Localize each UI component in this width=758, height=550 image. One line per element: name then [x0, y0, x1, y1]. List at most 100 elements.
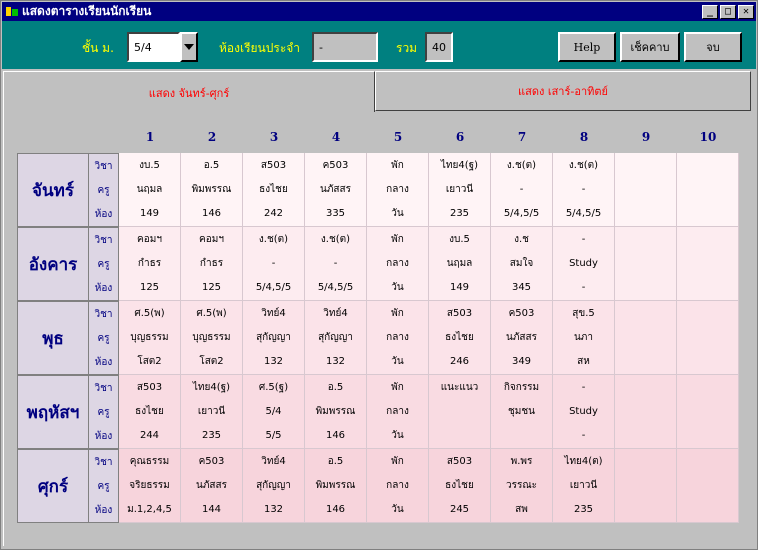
- day-label: อังคาร: [17, 227, 89, 301]
- schedule-cell[interactable]: ง.ช(ต) - 5/4,5/5: [553, 153, 615, 227]
- tab-weekdays[interactable]: แสดง จันทร์-ศุกร์: [3, 71, 375, 113]
- schedule-cell[interactable]: คอมฯ กำธร 125: [181, 227, 243, 301]
- row-labels: วิชา ครู ห้อง: [89, 153, 119, 227]
- schedule-cell[interactable]: พัก กลาง วัน: [367, 375, 429, 449]
- schedule-cell[interactable]: [615, 153, 677, 227]
- cell-teacher: บุญธรรม: [130, 331, 169, 343]
- cell-room: 246: [449, 355, 470, 367]
- schedule-cell[interactable]: คอมฯ กำธร 125: [119, 227, 181, 301]
- cell-room: โสต2: [137, 355, 162, 367]
- schedule-cell[interactable]: [615, 375, 677, 449]
- schedule-cell[interactable]: วิทย์4 สุกัญญา 132: [305, 301, 367, 375]
- schedule-cell[interactable]: ง.ช(ต) - 5/4,5/5: [305, 227, 367, 301]
- schedule-cell[interactable]: อ.5 พิมพรรณ 146: [305, 449, 367, 523]
- minimize-icon: _: [706, 5, 714, 17]
- schedule-cell[interactable]: [615, 227, 677, 301]
- cell-subject: [677, 153, 738, 177]
- homeroom-field: -: [312, 32, 378, 62]
- cell-subject: พัก: [391, 233, 404, 245]
- schedule-cell[interactable]: แนะแนว: [429, 375, 491, 449]
- end-button[interactable]: จบ: [684, 32, 742, 62]
- schedule-cell[interactable]: คุณธรรม จริยธรรม ม.1,2,4,5: [119, 449, 181, 523]
- schedule-cell[interactable]: พักกลางวัน: [367, 153, 429, 227]
- cell-subject: พัก: [391, 159, 404, 171]
- schedule-cell[interactable]: ไทย4(ฐ) เยาวนี 235: [181, 375, 243, 449]
- schedule-cell[interactable]: ส503 ธงไชย 244: [119, 375, 181, 449]
- schedule-cell[interactable]: พัก กลาง วัน: [367, 301, 429, 375]
- cell-teacher: เยาวนี: [445, 183, 474, 195]
- schedule-cell[interactable]: อ.5 พิมพรรณ 146: [305, 375, 367, 449]
- schedule-cell[interactable]: วิทย์4 สุกัญญา 132: [243, 449, 305, 523]
- schedule-cell[interactable]: ไทย4(ต) เยาวนี 235: [553, 449, 615, 523]
- cell-teacher: นฤมล: [136, 183, 163, 195]
- schedule-cell[interactable]: [677, 449, 739, 523]
- minimize-button[interactable]: _: [702, 4, 718, 19]
- cell-subject: ค503: [508, 307, 535, 319]
- row-labels: วิชา ครู ห้อง: [89, 375, 119, 449]
- schedule-cell[interactable]: พัก กลาง วัน: [367, 449, 429, 523]
- cell-teacher: [615, 251, 676, 275]
- title-bar[interactable]: แสดงตารางเรียนนักเรียน _ □ ✕: [2, 2, 756, 21]
- schedule-cell[interactable]: [615, 301, 677, 375]
- cell-teacher: [677, 473, 738, 497]
- cell-room: [615, 423, 676, 447]
- schedule-cell[interactable]: ไทย4(ฐ) เยาวนี 235: [429, 153, 491, 227]
- cell-subject: ส503: [260, 159, 287, 171]
- schedule-cell[interactable]: ง.ช สมใจ 345: [491, 227, 553, 301]
- schedule-cell[interactable]: งบ.5 นฤมล 149: [119, 153, 181, 227]
- schedule-cell[interactable]: ส503 ธงไชย 242: [243, 153, 305, 227]
- schedule-window: แสดงตารางเรียนนักเรียน _ □ ✕ ชั้น ม. 5/4…: [0, 0, 758, 550]
- cell-subject: ส503: [136, 381, 163, 393]
- homeroom-label: ห้องเรียนประจำ: [219, 41, 301, 55]
- schedule-cell[interactable]: ค503 นภัสสร 335: [305, 153, 367, 227]
- maximize-button[interactable]: □: [720, 4, 736, 19]
- class-label: ชั้น ม.: [82, 41, 114, 55]
- class-dropdown-button[interactable]: [180, 32, 198, 62]
- schedule-cell[interactable]: งบ.5 นฤมล 149: [429, 227, 491, 301]
- cell-room: วัน: [391, 207, 404, 219]
- cell-subject: วิทย์4: [261, 455, 286, 467]
- schedule-cell[interactable]: [677, 227, 739, 301]
- cell-subject: [615, 301, 676, 325]
- schedule-cell[interactable]: ส503 ธงไชย 246: [429, 301, 491, 375]
- schedule-cell[interactable]: ค503 นภัสสร 349: [491, 301, 553, 375]
- row-labels: วิชา ครู ห้อง: [89, 449, 119, 523]
- cell-teacher: เยาวนี: [197, 405, 226, 417]
- row-label: ครู: [97, 406, 110, 418]
- cell-room: -: [581, 281, 586, 293]
- schedule-cell[interactable]: ง.ช(ต) - 5/4,5/5: [491, 153, 553, 227]
- schedule-cell[interactable]: กิจกรรม ชุมชน: [491, 375, 553, 449]
- schedule-cell[interactable]: [677, 375, 739, 449]
- check-period-button[interactable]: เช็คคาบ: [620, 32, 680, 62]
- schedule-cell[interactable]: ค503 นภัสสร 144: [181, 449, 243, 523]
- row-label: ครู: [97, 332, 110, 344]
- tab-weekend[interactable]: แสดง เสาร์-อาทิตย์: [375, 71, 751, 111]
- cell-teacher: [615, 473, 676, 497]
- cell-subject: พัก: [391, 307, 404, 319]
- schedule-cell[interactable]: [615, 449, 677, 523]
- schedule-cell[interactable]: อ.5 พิมพรรณ 146: [181, 153, 243, 227]
- cell-room: 235: [449, 207, 470, 219]
- schedule-cell[interactable]: ง.ช(ต) - 5/4,5/5: [243, 227, 305, 301]
- cell-teacher: กลาง: [386, 183, 409, 195]
- schedule-cell[interactable]: ศ.5(ฐ) 5/4 5/5: [243, 375, 305, 449]
- schedule-cell[interactable]: [677, 153, 739, 227]
- schedule-cell[interactable]: [677, 301, 739, 375]
- schedule-cell[interactable]: - Study -: [553, 227, 615, 301]
- schedule-cell[interactable]: พัก กลาง วัน: [367, 227, 429, 301]
- schedule-cell[interactable]: วิทย์4 สุกัญญา 132: [243, 301, 305, 375]
- class-select[interactable]: 5/4: [127, 32, 180, 62]
- schedule-cell[interactable]: สุข.5 นภา สห: [553, 301, 615, 375]
- schedule-cell[interactable]: ศ.5(พ) บุญธรรม โสต2: [119, 301, 181, 375]
- help-button[interactable]: Help: [558, 32, 616, 62]
- cell-subject: กิจกรรม: [503, 381, 540, 393]
- maximize-icon: □: [724, 5, 732, 17]
- cell-teacher: -: [519, 183, 524, 195]
- schedule-cell[interactable]: ส503 ธงไชย 245: [429, 449, 491, 523]
- cell-room: [677, 497, 738, 521]
- schedule-cell[interactable]: ศ.5(พ) บุญธรรม โสต2: [181, 301, 243, 375]
- close-button[interactable]: ✕: [738, 4, 754, 19]
- schedule-cell[interactable]: พ.พร วรรณะ สพ: [491, 449, 553, 523]
- schedule-cell[interactable]: - Study -: [553, 375, 615, 449]
- cell-subject: อ.5: [203, 159, 220, 171]
